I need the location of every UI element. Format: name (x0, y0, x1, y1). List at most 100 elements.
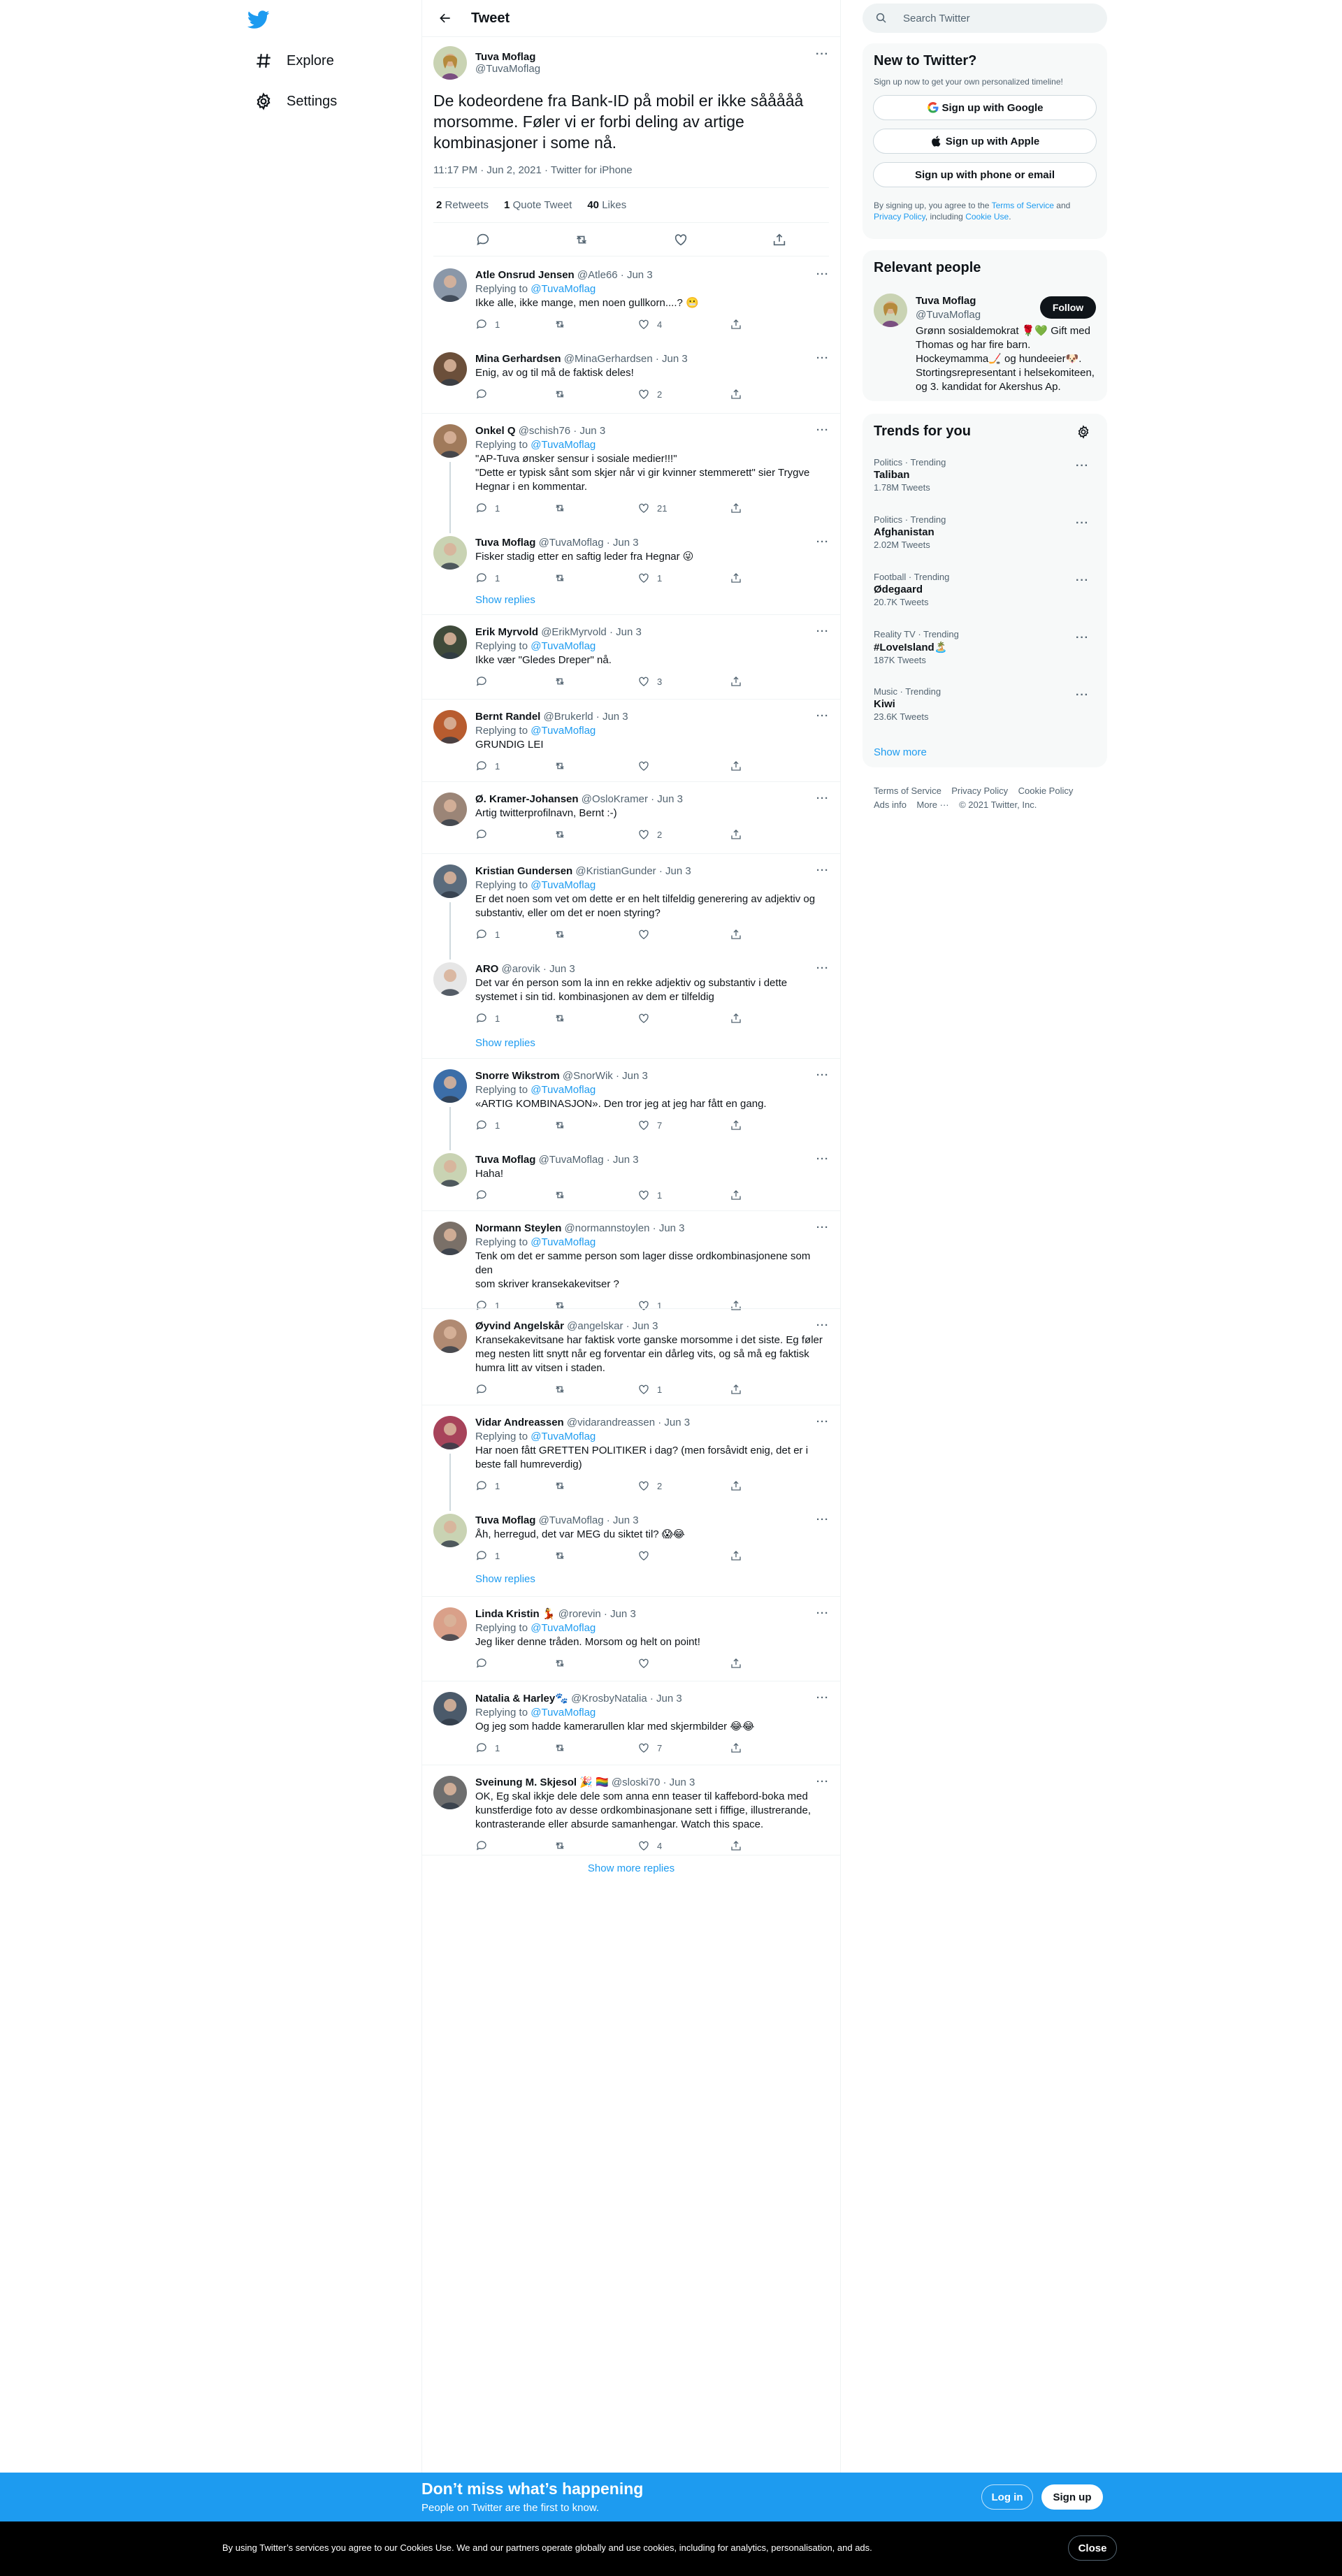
reply-author-meta[interactable]: @TuvaMoflag · Jun 3 (539, 1514, 639, 1526)
trend-item[interactable]: Reality TV · Trending #LoveIsland🏝️ 187K T… (874, 629, 1096, 665)
reply-action[interactable]: 1 (475, 760, 554, 772)
reply-action[interactable] (475, 388, 554, 400)
share-action[interactable] (730, 760, 808, 772)
more-options-button[interactable]: ··· (816, 1776, 829, 1788)
avatar[interactable] (433, 1514, 467, 1547)
retweet-action[interactable] (554, 1012, 637, 1025)
mention-link[interactable]: @TuvaMoflag (531, 640, 596, 652)
mention-link[interactable]: @TuvaMoflag (531, 879, 596, 891)
avatar[interactable] (433, 1692, 467, 1725)
reply-author-meta[interactable]: @TuvaMoflag · Jun 3 (539, 537, 639, 549)
mention-link[interactable]: @TuvaMoflag (531, 1236, 596, 1248)
like-action[interactable]: 1 (637, 1299, 730, 1312)
reply-author-name[interactable]: Tuva Moflag (475, 1514, 535, 1526)
trend-item[interactable]: Politics · Trending Taliban 1.78M Tweets ··… (874, 457, 1096, 493)
reply-author-meta[interactable]: @angelskar · Jun 3 (567, 1320, 658, 1332)
reply-author-name[interactable]: Bernt Randel (475, 711, 540, 723)
mention-link[interactable]: @TuvaMoflag (531, 725, 596, 737)
reply-action[interactable] (475, 828, 554, 841)
like-action[interactable]: 21 (637, 502, 730, 514)
avatar[interactable] (433, 1416, 467, 1449)
more-options-button[interactable]: ··· (816, 793, 829, 804)
avatar[interactable] (433, 1069, 467, 1103)
show-more-trends-link[interactable]: Show more (874, 746, 927, 758)
relevant-person-name[interactable]: Tuva Moflag (916, 295, 976, 307)
share-action[interactable] (730, 675, 808, 688)
like-action[interactable] (637, 760, 730, 772)
like-action[interactable]: 7 (637, 1119, 730, 1131)
reply-action[interactable]: 1 (475, 1479, 554, 1492)
avatar[interactable] (433, 352, 467, 386)
share-action[interactable] (730, 828, 808, 841)
reply-action[interactable]: 1 (475, 318, 554, 331)
reply-icon[interactable] (475, 232, 491, 247)
like-action[interactable] (637, 1657, 730, 1670)
share-action[interactable] (730, 1549, 808, 1562)
more-options-button[interactable]: ··· (816, 268, 829, 280)
reply-author-meta[interactable]: @SnorWik · Jun 3 (563, 1070, 648, 1082)
share-action[interactable] (730, 1189, 808, 1201)
follow-button[interactable]: Follow (1040, 296, 1096, 319)
more-options-button[interactable]: ··· (816, 1416, 829, 1428)
retweet-icon[interactable] (574, 232, 589, 247)
like-action[interactable]: 4 (637, 1839, 730, 1852)
more-options-button[interactable]: ··· (816, 1319, 829, 1331)
back-button[interactable] (433, 6, 457, 30)
more-options-button[interactable]: ··· (816, 1514, 829, 1526)
reply-author-meta[interactable]: @normannstoylen · Jun 3 (565, 1222, 685, 1234)
reply-author-meta[interactable]: @arovik · Jun 3 (502, 963, 575, 975)
share-action[interactable] (730, 1657, 808, 1670)
search-input[interactable]: Search Twitter (863, 3, 1107, 33)
more-options-button[interactable]: ··· (816, 1153, 829, 1165)
avatar[interactable] (433, 268, 467, 302)
more-options-button[interactable]: ··· (1076, 689, 1089, 702)
mention-link[interactable]: @TuvaMoflag (531, 283, 596, 295)
reply-action[interactable] (475, 1657, 554, 1670)
reply-author-name[interactable]: Linda Kristin 💃 (475, 1608, 556, 1620)
terms-link[interactable]: Terms of Service (992, 201, 1054, 210)
reply-author-name[interactable]: Onkel Q (475, 425, 516, 437)
privacy-link[interactable]: Privacy Policy (874, 212, 925, 222)
footer-links-row-2[interactable]: Ads info More ··· © 2021 Twitter, Inc. (874, 798, 1097, 812)
like-action[interactable] (637, 1012, 730, 1025)
reply-action[interactable]: 1 (475, 572, 554, 584)
gear-icon[interactable] (1076, 425, 1090, 439)
reply-author-name[interactable]: Erik Myrvold (475, 626, 538, 638)
more-options-button[interactable]: ··· (816, 864, 829, 876)
retweet-action[interactable] (554, 1839, 637, 1852)
more-options-button[interactable]: ··· (816, 536, 829, 548)
reply-author-meta[interactable]: @sloski70 · Jun 3 (612, 1777, 695, 1788)
avatar[interactable] (433, 424, 467, 458)
reply-author-meta[interactable]: @vidarandreassen · Jun 3 (567, 1417, 690, 1428)
reply-action[interactable]: 1 (475, 1299, 554, 1312)
retweet-action[interactable] (554, 318, 637, 331)
more-options-button[interactable]: ··· (816, 352, 829, 364)
more-options-button[interactable]: ··· (816, 1607, 829, 1619)
reply-author-meta[interactable]: @Atle66 · Jun 3 (577, 269, 653, 281)
more-options-button[interactable]: ··· (1076, 574, 1089, 587)
share-action[interactable] (730, 572, 808, 584)
share-action[interactable] (730, 1299, 808, 1312)
mention-link[interactable]: @TuvaMoflag (531, 1622, 596, 1634)
show-more-replies-link[interactable]: Show more replies (422, 1862, 840, 1874)
more-options-button[interactable]: ··· (816, 962, 829, 974)
reply-author-meta[interactable]: @Brukerld · Jun 3 (544, 711, 628, 723)
reply-author-name[interactable]: Natalia & Harley🐾 (475, 1693, 568, 1705)
reply-author-meta[interactable]: @KrosbyNatalia · Jun 3 (571, 1693, 682, 1705)
avatar[interactable] (433, 1319, 467, 1353)
retweet-action[interactable] (554, 1549, 637, 1562)
retweet-action[interactable] (554, 1119, 637, 1131)
avatar[interactable] (433, 536, 467, 570)
reply-action[interactable]: 1 (475, 1119, 554, 1131)
more-options-button[interactable]: ··· (1076, 460, 1089, 472)
reply-action[interactable] (475, 1839, 554, 1852)
reply-author-meta[interactable]: @rorevin · Jun 3 (558, 1608, 636, 1620)
like-action[interactable]: 7 (637, 1742, 730, 1754)
avatar[interactable] (433, 1607, 467, 1641)
retweet-action[interactable] (554, 502, 637, 514)
retweet-action[interactable] (554, 828, 637, 841)
retweet-action[interactable] (554, 760, 637, 772)
tweet-meta[interactable]: 11:17 PM · Jun 2, 2021 · Twitter for iPh… (433, 164, 829, 188)
reply-action[interactable]: 1 (475, 1012, 554, 1025)
trend-item[interactable]: Music · Trending Kiwi 23.6K Tweets ··· (874, 686, 1096, 722)
